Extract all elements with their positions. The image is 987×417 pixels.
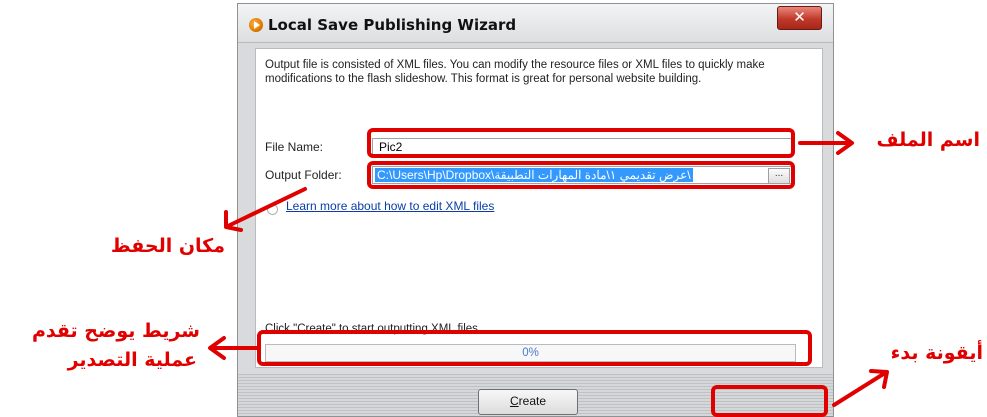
description-text: Output file is consisted of XML files. Y…: [265, 59, 765, 85]
annotation-progress-line1: شريط يوضح تقدم: [31, 320, 200, 342]
title-bar[interactable]: Local Save Publishing Wizard ✕: [238, 4, 833, 43]
create-button[interactable]: Create: [478, 389, 578, 415]
help-bulb-icon: [267, 204, 278, 215]
create-button-mnemonic: C: [509, 394, 519, 408]
content-panel: Output file is consisted of XML files. Y…: [255, 48, 823, 368]
progress-highlight: [257, 330, 812, 366]
window-title: Local Save Publishing Wizard: [268, 16, 517, 34]
annotation-save-location: مكان الحفظ: [110, 235, 225, 257]
file-name-label: File Name:: [265, 140, 324, 154]
create-button-label: reate: [518, 394, 547, 408]
close-button[interactable]: ✕: [777, 6, 822, 30]
annotation-start-icon: أيقونة بدء: [890, 342, 983, 364]
help-link[interactable]: Learn more about how to edit XML files: [286, 199, 494, 213]
file-name-highlight: [367, 128, 795, 158]
annotation-progress-line2: عملية التصدير: [67, 349, 197, 371]
annotation-file-name: اسم الملف: [876, 129, 980, 151]
app-logo-icon: [249, 18, 263, 32]
output-folder-highlight: [367, 161, 795, 189]
output-folder-label: Output Folder:: [265, 168, 342, 182]
create-arrow: [832, 371, 887, 407]
create-button-highlight: [711, 385, 828, 417]
